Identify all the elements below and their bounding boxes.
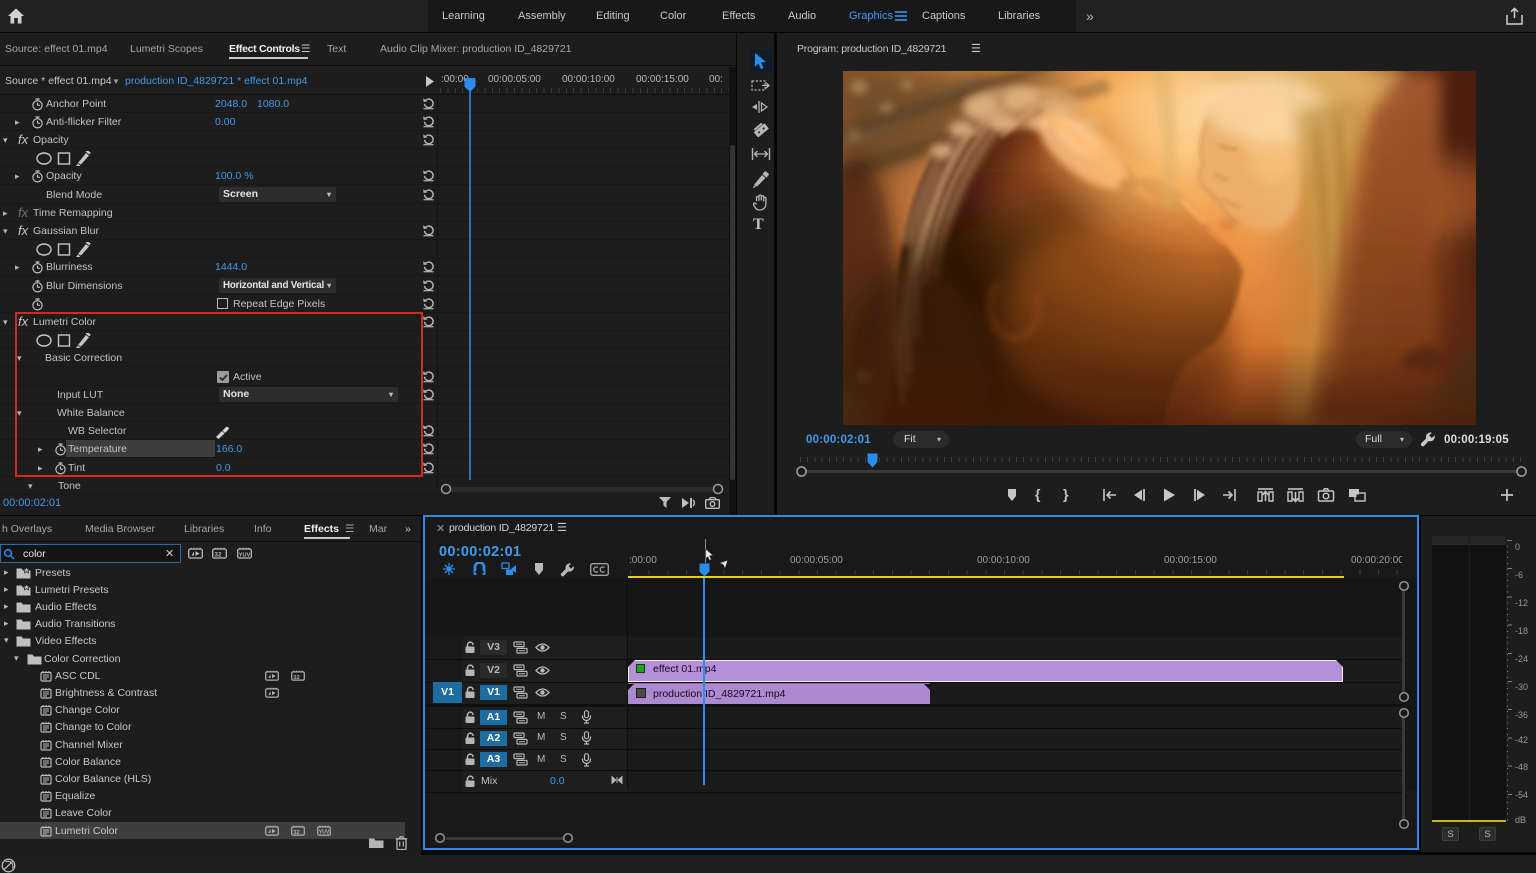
svg-text:32: 32 bbox=[214, 552, 222, 559]
svg-text:32: 32 bbox=[293, 675, 300, 681]
svg-text:YUV: YUV bbox=[239, 552, 251, 558]
svg-text:32: 32 bbox=[293, 830, 300, 836]
svg-text:YUV: YUV bbox=[319, 830, 330, 836]
